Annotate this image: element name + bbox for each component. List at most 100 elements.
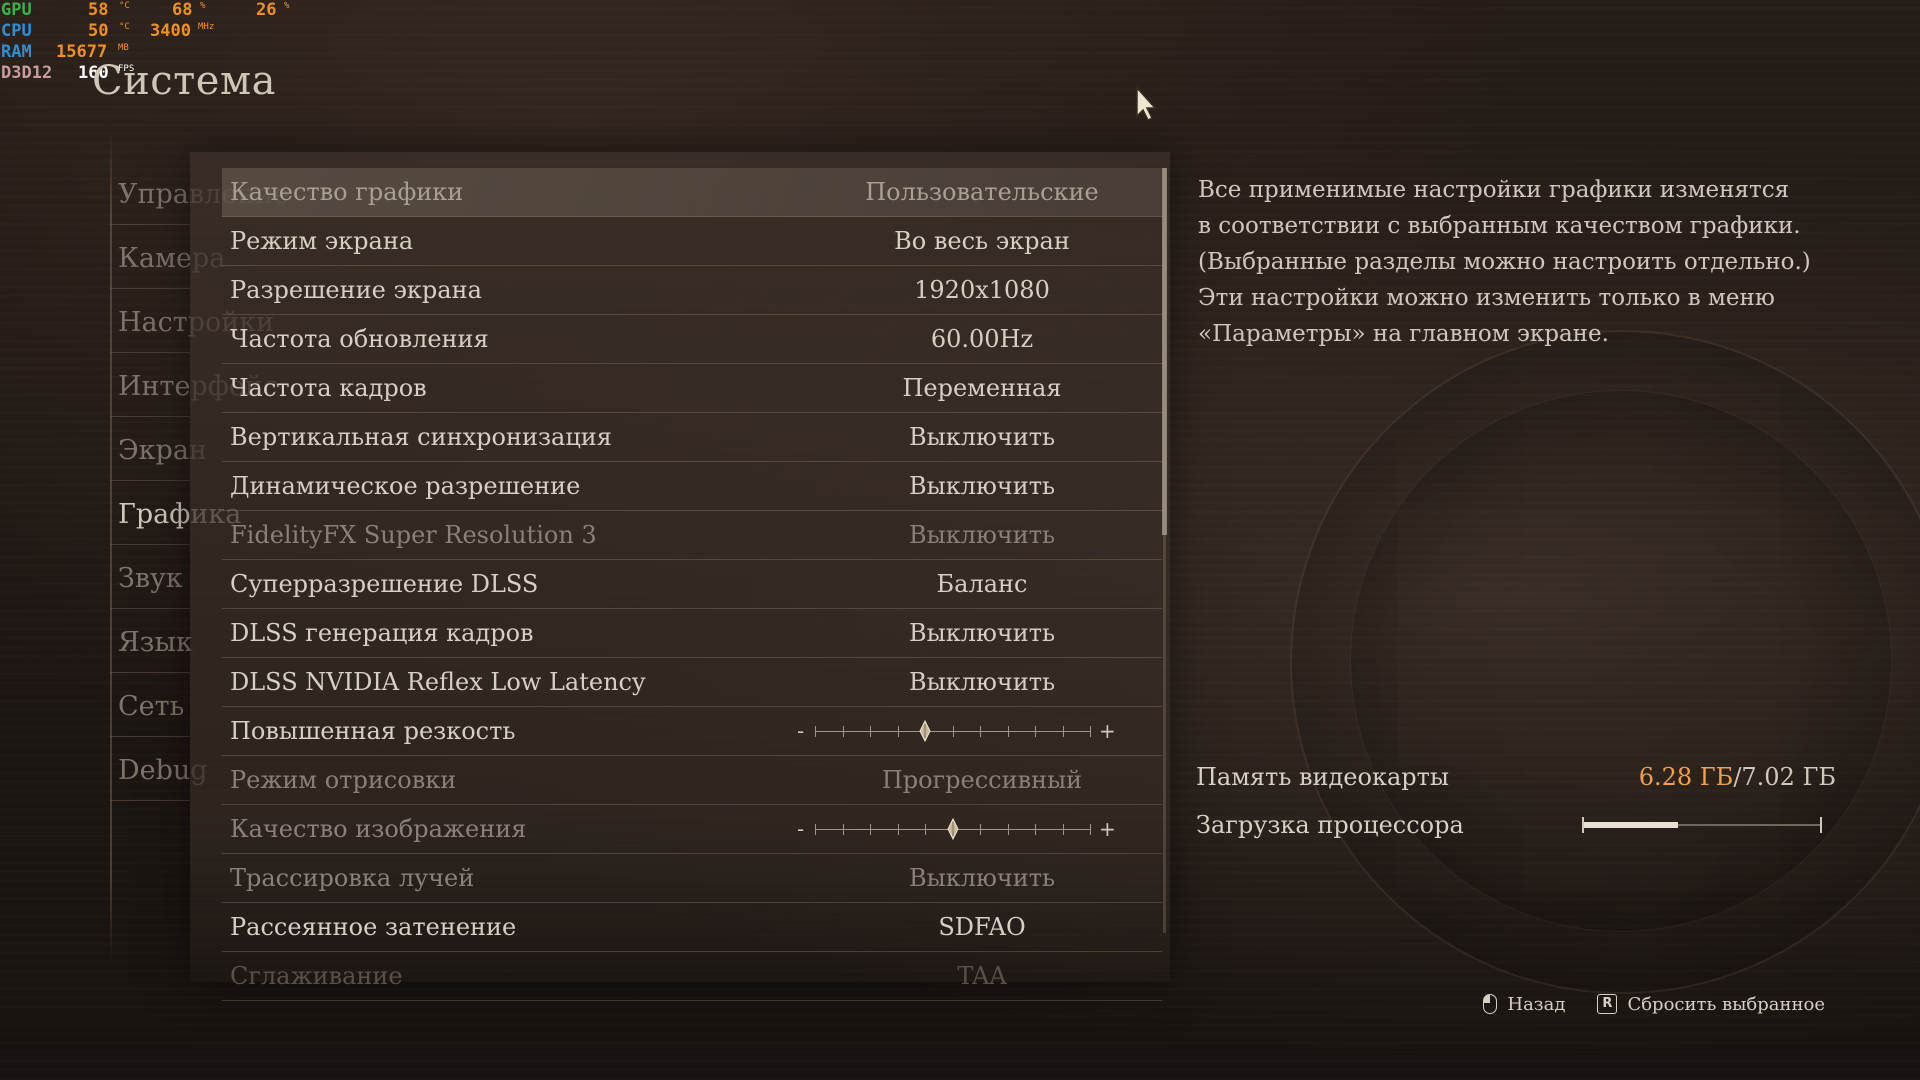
slider-tick bbox=[842, 726, 844, 737]
description-line: в соответствии с выбранным качеством гра… bbox=[1198, 213, 1801, 239]
vram-used: 6.28 ГБ bbox=[1638, 763, 1734, 791]
setting-label: Трассировка лучей bbox=[230, 864, 475, 892]
setting-row[interactable]: Вертикальная синхронизация Выключить bbox=[222, 413, 1162, 462]
setting-value[interactable]: Во весь экран bbox=[782, 217, 1182, 265]
settings-list: Качество графики Пользовательские Режим эк… bbox=[222, 168, 1162, 1001]
setting-row[interactable]: Трассировка лучей Выключить bbox=[222, 854, 1162, 903]
reset-selected-button[interactable]: Сбросить выбранное bbox=[1627, 994, 1825, 1015]
hud-ram-unit: MB bbox=[118, 43, 129, 53]
description-line: Эти настройки можно изменить только в ме… bbox=[1198, 285, 1775, 311]
setting-row[interactable]: Частота обновления 60.00Hz bbox=[222, 315, 1162, 364]
setting-row[interactable]: DLSS генерация кадров Выключить bbox=[222, 609, 1162, 658]
setting-slider[interactable]: - + bbox=[222, 717, 1116, 745]
sidebar-separator bbox=[110, 480, 190, 481]
slider-tick bbox=[1062, 824, 1064, 835]
sidebar-separator bbox=[110, 416, 190, 417]
hud-cpu-clock-unit: MHz bbox=[198, 22, 215, 32]
key-r-icon: R bbox=[1597, 994, 1618, 1014]
sidebar-divider bbox=[110, 130, 112, 960]
scrollbar-thumb[interactable] bbox=[1162, 168, 1167, 536]
setting-row[interactable]: Суперразрешение DLSS Баланс bbox=[222, 560, 1162, 609]
page-title: Система bbox=[92, 58, 276, 104]
setting-label: Режим экрана bbox=[230, 227, 414, 255]
slider-tick bbox=[870, 726, 871, 737]
slider-knob[interactable] bbox=[946, 818, 959, 840]
setting-value[interactable]: Пользовательские bbox=[782, 168, 1182, 216]
setting-row[interactable]: DLSS NVIDIA Reflex Low Latency Выключить bbox=[222, 658, 1162, 707]
setting-value[interactable]: Прогрессивный bbox=[782, 756, 1182, 804]
description-line: Все применимые настройки графики изменят… bbox=[1198, 177, 1790, 203]
setting-value[interactable]: TAA bbox=[782, 952, 1182, 1000]
setting-row[interactable]: Повышенная резкость - + bbox=[222, 707, 1162, 756]
hud-gpu-row: GPU 58 °C 68 % 26 % bbox=[0, 0, 300, 21]
setting-description: Все применимые настройки графики изменят… bbox=[1198, 172, 1838, 352]
setting-label: FidelityFX Super Resolution 3 bbox=[230, 521, 597, 549]
setting-row[interactable]: Режим отрисовки Прогрессивный bbox=[222, 756, 1162, 805]
setting-value[interactable]: Выключить bbox=[782, 658, 1182, 706]
setting-value[interactable]: 60.00Hz bbox=[782, 315, 1182, 363]
setting-label: Рассеянное затенение bbox=[230, 913, 517, 941]
setting-value[interactable]: Выключить bbox=[782, 462, 1182, 510]
cursor-icon bbox=[1136, 86, 1157, 122]
setting-row[interactable]: Частота кадров Переменная bbox=[222, 364, 1162, 413]
description-line: «Параметры» на главном экране. bbox=[1198, 321, 1609, 347]
slider-tick bbox=[1035, 824, 1036, 835]
hud-gpu-load-unit: % bbox=[200, 1, 206, 11]
setting-value[interactable]: 1920x1080 bbox=[782, 266, 1182, 314]
slider-tick bbox=[952, 726, 954, 737]
setting-label: DLSS NVIDIA Reflex Low Latency bbox=[230, 668, 646, 696]
back-button[interactable]: Назад bbox=[1507, 994, 1565, 1015]
hud-cpu-label: CPU bbox=[1, 21, 32, 41]
setting-value[interactable]: Выключить bbox=[782, 609, 1182, 657]
hud-gpu-load: 68 bbox=[172, 0, 193, 20]
vram-stat: Память видеокарты 6.28 ГБ/7.02 ГБ bbox=[1196, 760, 1836, 808]
setting-row[interactable]: Качество изображения - + bbox=[222, 805, 1162, 854]
slider-decrease-icon[interactable]: - bbox=[797, 815, 804, 843]
hud-cpu-temp: 50 bbox=[88, 21, 109, 41]
setting-row[interactable]: Динамическое разрешение Выключить bbox=[222, 462, 1162, 511]
game-settings-screen: GPU 58 °C 68 % 26 % CPU 50 °C 3400 MHz R… bbox=[0, 0, 1920, 1080]
setting-label: DLSS генерация кадров bbox=[230, 619, 534, 647]
slider-knob[interactable] bbox=[919, 720, 931, 742]
setting-value[interactable]: Выключить bbox=[782, 511, 1182, 559]
setting-label: Вертикальная синхронизация bbox=[230, 423, 612, 451]
hud-gpu-extra-unit: % bbox=[284, 1, 290, 11]
setting-row[interactable]: Разрешение экрана 1920x1080 bbox=[222, 266, 1162, 315]
setting-value[interactable]: Выключить bbox=[782, 413, 1182, 461]
vram-value: 6.28 ГБ/7.02 ГБ bbox=[1639, 760, 1836, 794]
setting-label: Частота обновления bbox=[230, 325, 489, 353]
setting-value[interactable]: SDFAO bbox=[782, 903, 1182, 951]
slider-tick bbox=[897, 726, 899, 737]
slider-tick bbox=[870, 824, 871, 835]
setting-value[interactable]: Переменная bbox=[782, 364, 1182, 412]
vram-total: 7.02 ГБ bbox=[1741, 763, 1836, 791]
slider-tick bbox=[1090, 726, 1091, 737]
setting-row[interactable]: FidelityFX Super Resolution 3 Выключить bbox=[222, 511, 1162, 560]
cpu-load-fill bbox=[1582, 822, 1678, 828]
slider-decrease-icon[interactable]: - bbox=[797, 717, 804, 745]
setting-row[interactable]: Рассеянное затенение SDFAO bbox=[222, 903, 1162, 952]
cpu-load-start-cap bbox=[1582, 817, 1584, 833]
settings-scrollbar[interactable] bbox=[1162, 168, 1167, 933]
sidebar-separator bbox=[110, 800, 190, 801]
slider-increase-icon[interactable]: + bbox=[1099, 717, 1116, 745]
sidebar-separator bbox=[110, 608, 190, 609]
slider-tick bbox=[897, 824, 899, 835]
setting-row[interactable]: Режим экрана Во весь экран bbox=[222, 217, 1162, 266]
setting-row[interactable]: Сглаживание TAA bbox=[222, 952, 1162, 1001]
slider-tick bbox=[1090, 824, 1091, 835]
hud-gpu-label: GPU bbox=[1, 0, 32, 20]
slider-tick bbox=[1007, 824, 1009, 835]
slider-tick bbox=[1035, 726, 1036, 737]
sidebar-separator bbox=[110, 544, 190, 545]
setting-value[interactable]: Выключить bbox=[782, 854, 1182, 902]
description-line: (Выбранные разделы можно настроить отдел… bbox=[1198, 249, 1811, 275]
system-stats: Память видеокарты 6.28 ГБ/7.02 ГБ Загруз… bbox=[1196, 760, 1836, 856]
setting-value[interactable]: Баланс bbox=[782, 560, 1182, 608]
setting-row[interactable]: Качество графики Пользовательские bbox=[222, 168, 1162, 217]
setting-label: Динамическое разрешение bbox=[230, 472, 581, 500]
slider-increase-icon[interactable]: + bbox=[1099, 815, 1116, 843]
setting-slider[interactable]: - + bbox=[222, 815, 1116, 843]
hud-ram-label: RAM bbox=[1, 42, 32, 62]
slider-tick bbox=[1062, 726, 1064, 737]
